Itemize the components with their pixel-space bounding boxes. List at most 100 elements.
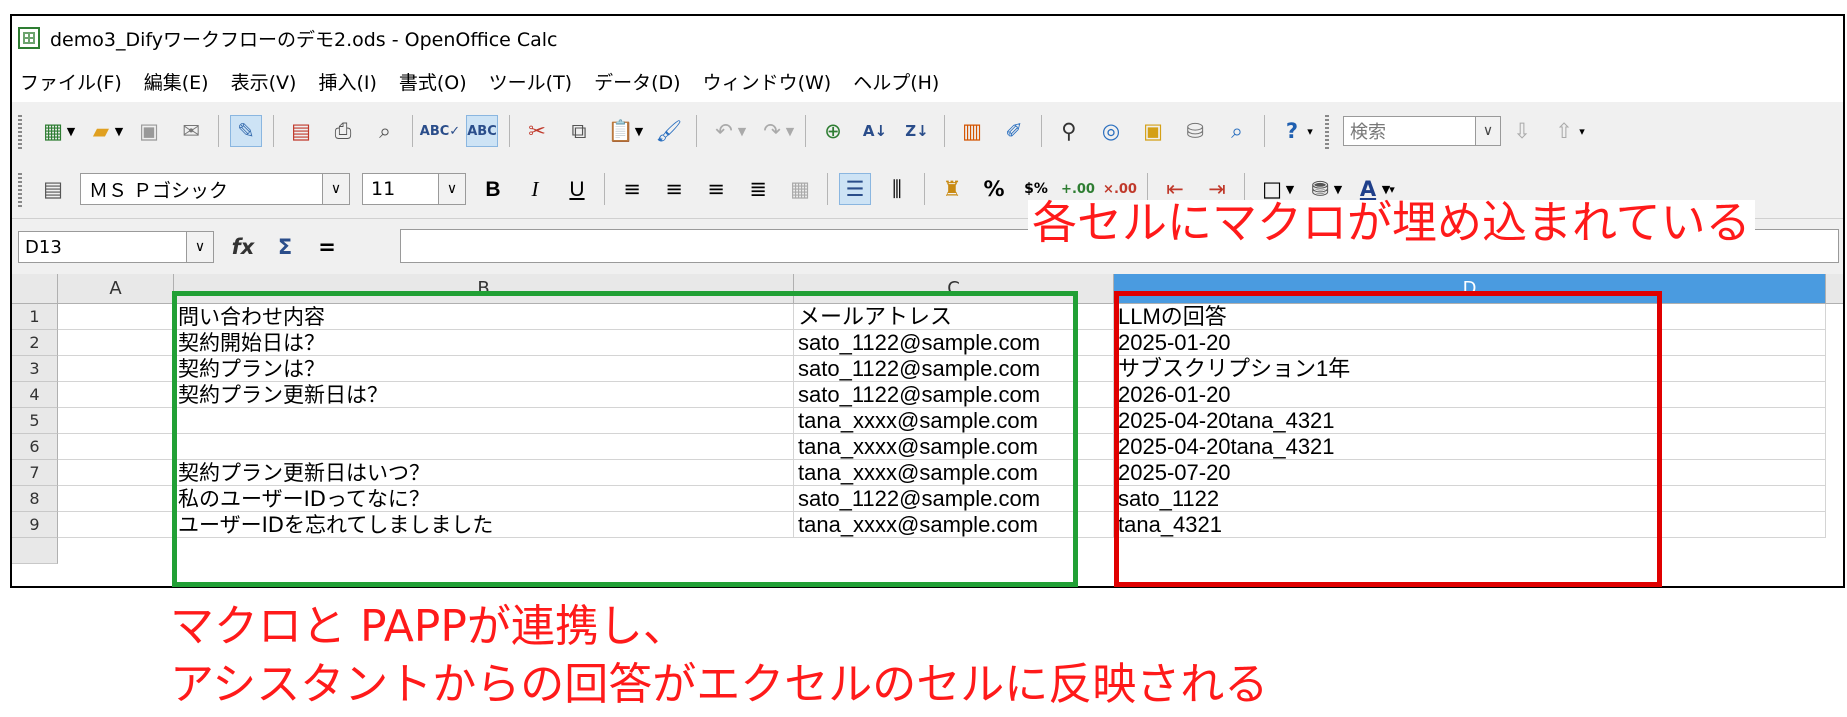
cell-b[interactable]: 問い合わせ内容 xyxy=(174,304,794,330)
cell-b[interactable]: 契約プランは？ xyxy=(174,356,794,382)
row-header[interactable]: 6 xyxy=(12,434,58,460)
cell-b[interactable]: 契約開始日は？ xyxy=(174,330,794,356)
justify-icon[interactable]: ≣ xyxy=(743,174,773,204)
cut-icon[interactable]: ✂ xyxy=(522,116,552,146)
toolbar-grip[interactable] xyxy=(18,171,22,207)
align-right-icon[interactable]: ≡ xyxy=(701,174,731,204)
cell-c[interactable]: tana_xxxx@sample.com xyxy=(794,408,1114,434)
help-icon[interactable]: ? xyxy=(1277,116,1307,146)
cell-c[interactable]: メールアトレス xyxy=(794,304,1114,330)
print-icon[interactable]: ⎙ xyxy=(328,116,358,146)
menu-data[interactable]: データ(D) xyxy=(594,68,680,95)
align-left-icon[interactable]: ≡ xyxy=(617,174,647,204)
cell-a[interactable] xyxy=(58,408,174,434)
font-size-select[interactable]: 11 ∨ xyxy=(362,173,466,205)
cell-d[interactable]: サブスクリプション1年 xyxy=(1114,356,1826,382)
menu-format[interactable]: 書式(O) xyxy=(399,68,467,95)
undo-icon[interactable]: ↶ xyxy=(709,116,739,146)
format-paintbrush-icon[interactable]: 🖌 xyxy=(654,116,684,146)
cell-b[interactable]: 契約プラン更新日は？ xyxy=(174,382,794,408)
cell-b[interactable]: 契約プラン更新日はいつ？ xyxy=(174,460,794,486)
cell-d[interactable]: 2025-07-20 xyxy=(1114,460,1826,486)
save-icon[interactable]: ▣ xyxy=(134,116,164,146)
new-dropdown-arrow[interactable]: ▼ xyxy=(66,125,76,138)
cell-c[interactable]: tana_xxxx@sample.com xyxy=(794,512,1114,538)
chevron-down-icon[interactable]: ∨ xyxy=(322,174,349,204)
wrap-text-icon[interactable]: ☰ xyxy=(839,173,871,205)
font-name-select[interactable]: ＭＳ Ｐゴシック ∨ xyxy=(80,173,350,205)
currency-format-icon[interactable]: ♜ xyxy=(937,174,967,204)
function-icon[interactable]: = xyxy=(312,232,342,262)
styles-formatting-icon[interactable]: ▤ xyxy=(38,174,68,204)
cell-b[interactable]: 私のユーザーIDってなに？ xyxy=(174,486,794,512)
underline-button[interactable]: U xyxy=(562,174,592,204)
cell-a[interactable] xyxy=(58,304,174,330)
cell-d[interactable]: 2025-01-20 xyxy=(1114,330,1826,356)
cell-d[interactable]: 2025-04-20tana_4321 xyxy=(1114,434,1826,460)
cell-d[interactable]: tana_4321 xyxy=(1114,512,1826,538)
chevron-down-icon[interactable]: ∨ xyxy=(186,232,213,262)
cell-a[interactable] xyxy=(58,330,174,356)
cell-d[interactable]: 2026-01-20 xyxy=(1114,382,1826,408)
toolbar-overflow-arrow[interactable]: ▾ xyxy=(1387,183,1397,196)
find-next-icon[interactable]: ⇩ xyxy=(1507,116,1537,146)
cell-d[interactable]: LLMの回答 xyxy=(1114,304,1826,330)
row-header[interactable]: 1 xyxy=(12,304,58,330)
background-color-dropdown-arrow[interactable]: ▼ xyxy=(1333,183,1343,196)
data-sources-icon[interactable]: ⛁ xyxy=(1180,116,1210,146)
toolbar-grip[interactable] xyxy=(18,113,22,149)
cell-a[interactable] xyxy=(58,356,174,382)
menu-window[interactable]: ウィンドウ(W) xyxy=(703,68,832,95)
undo-dropdown-arrow[interactable]: ▼ xyxy=(737,125,747,138)
row-header[interactable]: 3 xyxy=(12,356,58,382)
hyperlink-icon[interactable]: ⊕ xyxy=(818,116,848,146)
new-document-icon[interactable]: ▦ xyxy=(38,116,68,146)
menu-tools[interactable]: ツール(T) xyxy=(489,68,572,95)
email-icon[interactable]: ✉ xyxy=(176,116,206,146)
cell-c[interactable]: tana_xxxx@sample.com xyxy=(794,460,1114,486)
toolbar-overflow-arrow[interactable]: ▾ xyxy=(1305,125,1315,138)
search-input[interactable]: 検索 ∨ xyxy=(1343,116,1501,146)
cell-a[interactable] xyxy=(58,382,174,408)
paste-icon[interactable]: 📋 xyxy=(606,116,636,146)
column-header-c[interactable]: C xyxy=(794,274,1114,304)
cell-c[interactable]: sato_1122@sample.com xyxy=(794,486,1114,512)
menu-view[interactable]: 表示(V) xyxy=(231,68,297,95)
redo-icon[interactable]: ↷ xyxy=(757,116,787,146)
cell-d[interactable]: 2025-04-20tana_4321 xyxy=(1114,408,1826,434)
redo-dropdown-arrow[interactable]: ▼ xyxy=(785,125,795,138)
vertical-text-icon[interactable]: ⫼ xyxy=(882,174,912,204)
sum-icon[interactable]: Σ xyxy=(270,232,300,262)
row-header[interactable]: 4 xyxy=(12,382,58,408)
cell-c[interactable]: sato_1122@sample.com xyxy=(794,356,1114,382)
bold-button[interactable]: B xyxy=(478,174,508,204)
cell-b[interactable] xyxy=(174,408,794,434)
cell-a[interactable] xyxy=(58,434,174,460)
row-header[interactable]: 7 xyxy=(12,460,58,486)
cell-a[interactable] xyxy=(58,460,174,486)
open-folder-icon[interactable]: ▰ xyxy=(86,116,116,146)
find-previous-icon[interactable]: ⇧ xyxy=(1549,116,1579,146)
italic-button[interactable]: I xyxy=(520,174,550,204)
navigator-icon[interactable]: ◎ xyxy=(1096,116,1126,146)
column-header-b[interactable]: B xyxy=(174,274,794,304)
column-header-d[interactable]: D xyxy=(1114,274,1826,304)
column-header-a[interactable]: A xyxy=(58,274,174,304)
menu-insert[interactable]: 挿入(I) xyxy=(318,68,376,95)
row-header[interactable] xyxy=(12,538,58,564)
menu-edit[interactable]: 編集(E) xyxy=(144,68,209,95)
cell-b[interactable]: ユーザーIDを忘れてしましました xyxy=(174,512,794,538)
name-box[interactable]: D13 ∨ xyxy=(18,231,214,263)
chevron-down-icon[interactable]: ∨ xyxy=(1475,117,1500,145)
spellcheck-icon[interactable]: ABC✓ xyxy=(420,116,460,146)
find-replace-icon[interactable]: ⚲ xyxy=(1054,116,1084,146)
export-pdf-icon[interactable]: ▤ xyxy=(286,116,316,146)
cell-c[interactable]: tana_xxxx@sample.com xyxy=(794,434,1114,460)
paste-dropdown-arrow[interactable]: ▼ xyxy=(634,125,644,138)
cell-a[interactable] xyxy=(58,512,174,538)
cell-b[interactable] xyxy=(174,434,794,460)
toolbar-grip[interactable] xyxy=(1325,113,1329,149)
draw-functions-icon[interactable]: ✐ xyxy=(999,116,1029,146)
row-header[interactable]: 5 xyxy=(12,408,58,434)
cell-a[interactable] xyxy=(58,486,174,512)
